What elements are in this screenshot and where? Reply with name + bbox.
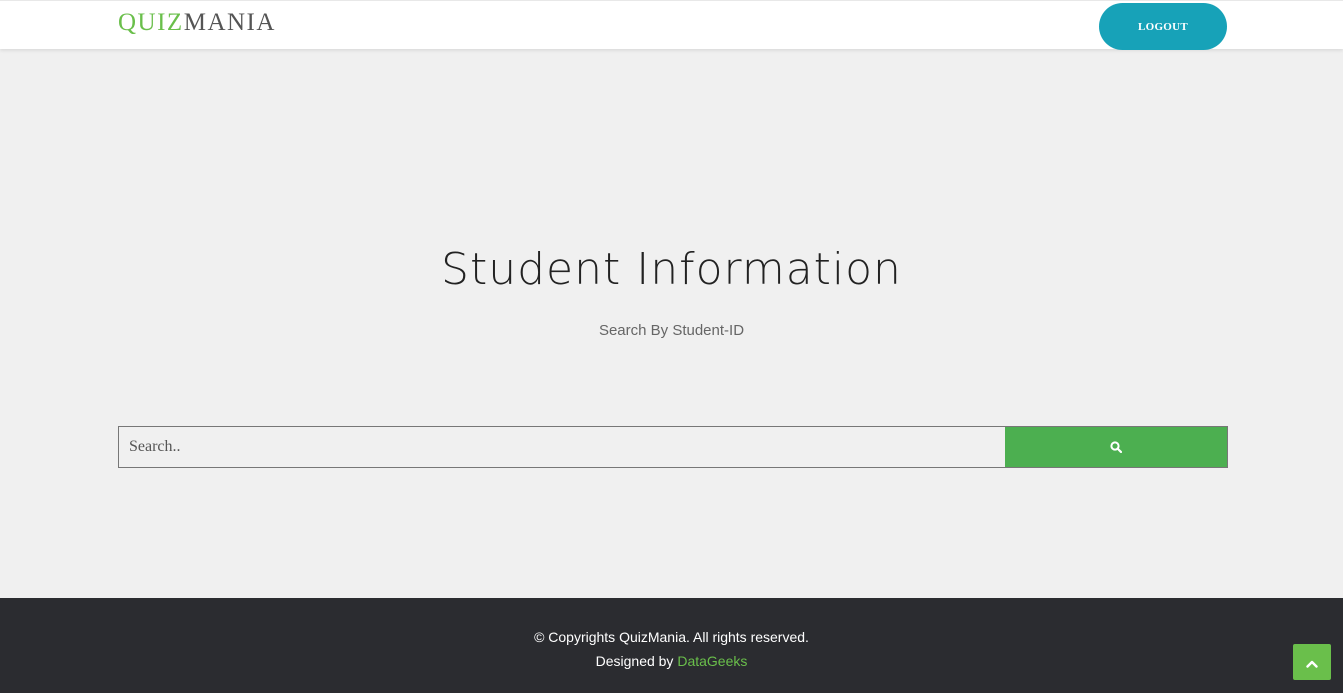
page-title: Student Information xyxy=(441,244,902,295)
quizmania-logo[interactable]: QUIZMANIA xyxy=(118,9,276,37)
top-navbar: QUIZMANIA LOGOUT xyxy=(0,0,1343,50)
logo-text-mania: MANIA xyxy=(183,9,276,36)
chevron-up-icon xyxy=(1306,653,1318,672)
designed-by-label: Designed by xyxy=(595,653,678,669)
search-button[interactable] xyxy=(1005,426,1228,468)
logo-text-quiz: QUIZ xyxy=(118,9,184,36)
footer-designed-by: Designed by DataGeeks xyxy=(0,652,1343,670)
search-input[interactable] xyxy=(118,426,1006,468)
page-subtitle: Search By Student-ID xyxy=(598,322,745,339)
datageeks-link[interactable]: DataGeeks xyxy=(677,653,747,669)
search-icon xyxy=(1110,438,1123,457)
footer-copyright: © Copyrights QuizMania. All rights reser… xyxy=(534,629,809,645)
back-to-top-button[interactable] xyxy=(1293,644,1331,680)
logout-button[interactable]: LOGOUT xyxy=(1099,3,1227,50)
